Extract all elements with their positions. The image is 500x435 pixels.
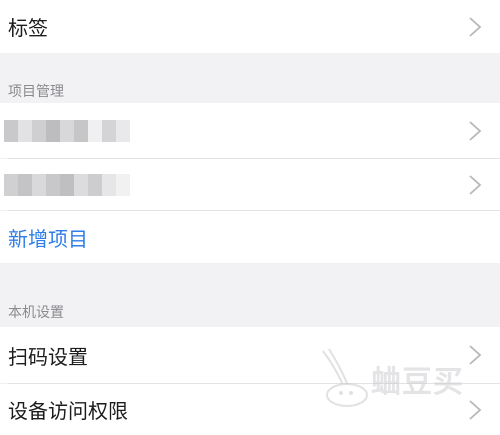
- watermark: 蛐豆买: [313, 343, 488, 413]
- device-access-label: 设备访问权限: [8, 399, 128, 423]
- scan-settings-label: 扫码设置: [8, 344, 88, 369]
- project-row-2[interactable]: [0, 159, 500, 210]
- tags-label: 标签: [8, 16, 48, 40]
- section-header-device-settings: 本机设置: [8, 305, 64, 321]
- chevron-right-icon: [469, 120, 482, 141]
- redacted-project-name: [4, 173, 130, 196]
- new-project-link[interactable]: 新增项目: [8, 211, 88, 263]
- chevron-right-icon: [469, 16, 482, 37]
- section-header-project-management: 项目管理: [8, 84, 64, 100]
- redacted-project-name: [4, 119, 130, 142]
- tags-row[interactable]: 标签: [0, 0, 500, 53]
- watermark-text: 蛐豆买: [371, 365, 464, 400]
- cricket-logo-icon: [322, 348, 368, 407]
- project-row-1[interactable]: [0, 103, 500, 158]
- chevron-right-icon: [469, 174, 482, 195]
- new-project-row[interactable]: 新增项目: [0, 211, 500, 263]
